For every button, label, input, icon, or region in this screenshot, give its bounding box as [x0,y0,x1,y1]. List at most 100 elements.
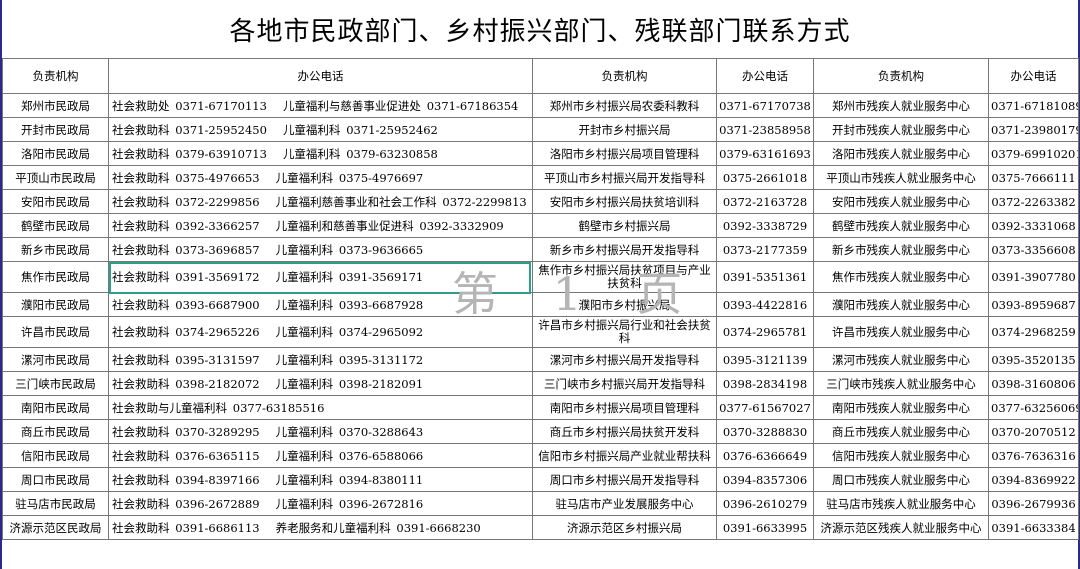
phone-dept: 儿童福利科 [275,325,334,339]
table-row: 许昌市民政局 社会救助科 0374-2965226 儿童福利科 0374-29650… [2,316,1079,348]
rural-phone-cell: 0391-5351361 [716,261,814,293]
disabled-phone-cell: 0371-23980179 [988,117,1079,142]
rural-agency-cell: 濮阳市乡村振兴局 [532,292,717,317]
header-civil-agency: 负责机构 [2,58,109,94]
phone-dept: 社会救助科 [112,170,170,185]
phone-number: 0396-2672816 [338,496,424,511]
disabled-phone-cell: 0396-2679936 [988,491,1079,516]
rural-agency-cell: 信阳市乡村振兴局产业就业帮扶科 [532,443,717,468]
phone-dept: 社会救助科 [112,270,170,284]
table-row: 开封市民政局 社会救助科 0371-25952450 儿童福利科 0371-2595… [2,117,1079,142]
rural-phone-cell: 0379-63161693 [716,141,814,166]
phone-dept: 社会救助科 [112,146,170,161]
phone-dept: 儿童福利科 [275,448,334,463]
disabled-agency-cell: 商丘市残疾人就业服务中心 [813,419,989,444]
disabled-phone-cell: 0376-7636316 [988,443,1079,468]
table-row: 濮阳市民政局 社会救助科 0393-6687900 儿童福利科 0393-66879… [2,292,1079,317]
rural-phone-cell: 0398-2834198 [716,371,814,396]
phone-dept: 社会救助科 [112,352,170,367]
rural-agency-cell: 郑州市乡村振兴局农委科教科 [532,93,717,118]
phone-number: 0376-6365115 [175,448,260,463]
table-row: 洛阳市民政局 社会救助科 0379-63910713 儿童福利科 0379-6323… [2,141,1079,166]
table-row: 信阳市民政局 社会救助科 0376-6365115 儿童福利科 0376-65880… [2,443,1079,468]
rural-agency-cell: 新乡市乡村振兴局开发指导科 [532,237,717,262]
disabled-agency-cell: 新乡市残疾人就业服务中心 [813,237,989,262]
civil-phones-cell: 社会救助科 0391-3569172 儿童福利科 0391-3569171 [108,261,533,293]
phone-number: 0394-8380111 [338,472,424,487]
phone-dept: 儿童福利科 [275,170,334,185]
civil-agency-cell: 信阳市民政局 [2,443,109,468]
rural-agency-cell: 许昌市乡村振兴局行业和社会扶贫科 [532,316,717,348]
phone-dept: 社会救助科 [112,242,170,257]
civil-agency-cell: 焦作市民政局 [2,261,109,293]
phone-number: 0371-25952462 [346,122,438,137]
disabled-agency-cell: 三门峡市残疾人就业服务中心 [813,371,989,396]
disabled-phone-cell: 0379-69910201 [988,141,1079,166]
phone-dept: 儿童福利科 [275,297,334,312]
disabled-phone-cell: 0391-6633384 [988,515,1079,540]
disabled-agency-cell: 漯河市残疾人就业服务中心 [813,347,989,372]
table-header-row: 负责机构 办公电话 负责机构 办公电话 负责机构 办公电话 [2,58,1079,94]
rural-agency-cell: 漯河市乡村振兴局开发指导科 [532,347,717,372]
table-row: 三门峡市民政局 社会救助科 0398-2182072 儿童福利科 0398-2182… [2,371,1079,396]
civil-phones-cell: 社会救助科 0379-63910713 儿童福利科 0379-63230858 [108,141,533,166]
disabled-phone-cell: 0393-8959687 [988,292,1079,317]
disabled-phone-cell: 0370-2070512 [988,419,1079,444]
phone-number: 0379-63910713 [175,146,267,161]
rural-agency-cell: 焦作市乡村振兴局扶贫项目与产业扶贫科 [532,261,717,293]
rural-phone-cell: 0372-2163728 [716,189,814,214]
civil-agency-cell: 济源示范区民政局 [2,515,109,540]
phone-number: 0375-4976697 [338,170,424,185]
disabled-agency-cell: 濮阳市残疾人就业服务中心 [813,292,989,317]
civil-agency-cell: 商丘市民政局 [2,419,109,444]
civil-phones-cell: 社会救助科 0398-2182072 儿童福利科 0398-2182091 [108,371,533,396]
phone-number: 0376-6588066 [338,448,424,463]
rural-phone-cell: 0371-23858958 [716,117,814,142]
disabled-agency-cell: 信阳市残疾人就业服务中心 [813,443,989,468]
disabled-agency-cell: 济源示范区残疾人就业服务中心 [813,515,989,540]
phone-number: 0372-2299813 [442,194,527,209]
disabled-agency-cell: 平顶山市残疾人就业服务中心 [813,165,989,190]
phone-number: 0377-63185516 [232,400,325,415]
phone-number: 0393-6687900 [175,297,260,312]
disabled-agency-cell: 鹤壁市残疾人就业服务中心 [813,213,989,238]
phone-dept: 儿童福利和慈善事业促进科 [275,218,414,233]
civil-phones-cell: 社会救助科 0374-2965226 儿童福利科 0374-2965092 [108,316,533,348]
rural-agency-cell: 平顶山市乡村振兴局开发指导科 [532,165,717,190]
phone-dept: 儿童福利科 [275,352,334,367]
disabled-phone-cell: 0395-3520135 [988,347,1079,372]
table-row: 鹤壁市民政局 社会救助科 0392-3366257 儿童福利和慈善事业促进科 039… [2,213,1079,238]
phone-number: 0370-3289295 [175,424,260,439]
phone-number: 0372-2299856 [175,194,260,209]
phone-dept: 社会救助科 [112,496,170,511]
civil-phones-cell: 社会救助科 0395-3131597 儿童福利科 0395-3131172 [108,347,533,372]
civil-phones-cell: 社会救助科 0373-3696857 儿童福利科 0373-9636665 [108,237,533,262]
civil-phones-cell: 社会救助与儿童福利科 0377-63185516 [108,395,533,420]
disabled-agency-cell: 安阳市残疾人就业服务中心 [813,189,989,214]
disabled-phone-cell: 0391-3907780 [988,261,1079,293]
civil-phones-cell: 社会救助科 0392-3366257 儿童福利和慈善事业促进科 0392-3332… [108,213,533,238]
disabled-agency-cell: 焦作市残疾人就业服务中心 [813,261,989,293]
table-row: 郑州市民政局 社会救助处 0371-67170113 儿童福利与慈善事业促进处 03… [2,93,1079,118]
civil-agency-cell: 洛阳市民政局 [2,141,109,166]
rural-phone-cell: 0376-6366649 [716,443,814,468]
rural-phone-cell: 0375-2661018 [716,165,814,190]
phone-number: 0392-3332909 [419,218,504,233]
rural-phone-cell: 0395-3121139 [716,347,814,372]
civil-agency-cell: 平顶山市民政局 [2,165,109,190]
disabled-phone-cell: 0371-67181089 [988,93,1079,118]
phone-dept: 儿童福利慈善事业和社会工作科 [275,194,437,209]
header-disabled-phone: 办公电话 [988,58,1079,94]
phone-number: 0398-2182072 [175,376,260,391]
phone-dept: 儿童福利科 [275,424,334,439]
rural-phone-cell: 0394-8357306 [716,467,814,492]
table-row: 新乡市民政局 社会救助科 0373-3696857 儿童福利科 0373-96366… [2,237,1079,262]
civil-agency-cell: 鹤壁市民政局 [2,213,109,238]
rural-agency-cell: 驻马店市产业发展服务中心 [532,491,717,516]
civil-phones-cell: 社会救助科 0391-6686113 养老服务和儿童福利科 0391-666823… [108,515,533,540]
civil-agency-cell: 新乡市民政局 [2,237,109,262]
phone-dept: 社会救助科 [112,218,170,233]
rural-agency-cell: 开封市乡村振兴局 [532,117,717,142]
table-row: 商丘市民政局 社会救助科 0370-3289295 儿童福利科 0370-32886… [2,419,1079,444]
phone-dept: 养老服务和儿童福利科 [275,520,391,535]
